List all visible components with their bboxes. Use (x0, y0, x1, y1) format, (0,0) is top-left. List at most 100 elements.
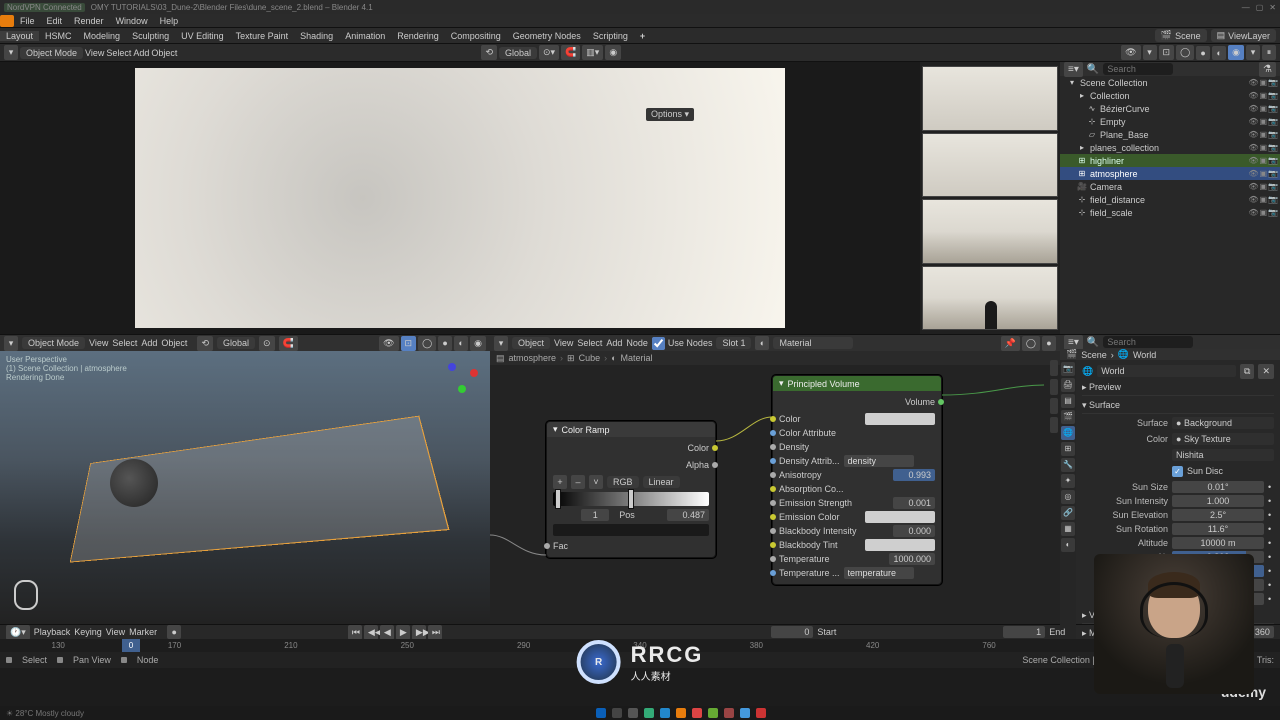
world-del[interactable]: ✕ (1258, 364, 1274, 379)
overlay-dd[interactable]: ▾ (1143, 45, 1157, 60)
vp3d-sh4[interactable]: ◉ (470, 336, 486, 351)
shader-type[interactable]: ▾ (494, 336, 508, 351)
slot-2[interactable] (922, 133, 1058, 198)
shading-solid[interactable]: ● (1196, 46, 1210, 60)
ramp-mode[interactable]: RGB (607, 476, 639, 488)
shader-node[interactable]: Node (626, 338, 648, 348)
ramp-add-stop[interactable]: + (553, 475, 567, 489)
hdr-add[interactable]: Add (133, 48, 149, 58)
world-datablock[interactable]: World (1097, 365, 1236, 377)
vp3d-snap[interactable]: 🧲 (279, 336, 298, 351)
taskbar-app1[interactable] (628, 708, 638, 718)
pvol-input[interactable]: Absorption Co... (779, 482, 935, 496)
outliner-row[interactable]: ⊞highliner👁▣📷 (1060, 154, 1280, 167)
tab-geonodes[interactable]: Geometry Nodes (507, 31, 587, 41)
propedit[interactable]: ◉ (605, 45, 621, 60)
jump-nextkey[interactable]: ▶▶ (412, 625, 426, 640)
xray[interactable]: ⊡ (1159, 45, 1175, 60)
ramp-color-swatch[interactable] (553, 524, 709, 536)
pvol-input[interactable]: Emission Color (779, 510, 935, 524)
outliner-row[interactable]: ▱Plane_Base👁▣📷 (1060, 128, 1280, 141)
shading-rendered[interactable]: ◉ (1228, 45, 1244, 60)
sidetab-4[interactable] (1050, 417, 1058, 433)
shader-sh1[interactable]: ◯ (1022, 336, 1040, 351)
render-view[interactable]: Options ▾ (0, 62, 920, 334)
weather-widget[interactable]: ☀ 28°C Mostly cloudy (6, 709, 84, 718)
outliner-row[interactable]: 🎥Camera👁▣📷 (1060, 180, 1280, 193)
shader-select[interactable]: Select (577, 338, 602, 348)
vp3d-object[interactable]: Object (161, 338, 187, 348)
pause-render[interactable]: ⏸ (1262, 45, 1276, 60)
slot-3[interactable] (922, 199, 1058, 264)
snap-toggle[interactable]: 🧲 (561, 45, 580, 60)
props-search[interactable] (1103, 336, 1193, 348)
outliner-row[interactable]: ⊹field_distance👁▣📷 (1060, 193, 1280, 206)
blender-icon[interactable] (0, 15, 14, 27)
taskbar-app5[interactable] (708, 708, 718, 718)
vp3d-overlay[interactable]: 👁 (379, 336, 398, 351)
pvol-input[interactable]: Color Attribute (779, 426, 935, 440)
jump-end[interactable]: ⏭ (428, 625, 442, 640)
outliner-row[interactable]: ▸Collection👁▣📷 (1060, 89, 1280, 102)
shader-sh2[interactable]: ● (1042, 336, 1056, 351)
world-new[interactable]: ⧉ (1240, 364, 1254, 379)
menu-edit[interactable]: Edit (41, 16, 69, 26)
pvol-input[interactable]: Blackbody Tint (779, 538, 935, 552)
vp3d-sh3[interactable]: ◐ (454, 336, 468, 351)
sec-preview[interactable]: ▸ Preview (1082, 380, 1274, 396)
vp3d-sh1[interactable]: ◯ (418, 336, 436, 351)
node-principled-volume[interactable]: ▾Principled Volume Volume ColorColor Att… (772, 375, 942, 585)
scene-selector[interactable]: 🎬Scene (1155, 29, 1207, 42)
tab-scripting[interactable]: Scripting (587, 31, 634, 41)
vp3d-orient-icon[interactable]: ⟲ (197, 336, 213, 351)
use-nodes-check[interactable] (652, 337, 665, 350)
shading-wire[interactable]: ◯ (1176, 45, 1194, 60)
taskbar-win[interactable] (596, 708, 606, 718)
editor-type-dd[interactable]: ▾ (4, 45, 18, 60)
slot-selector[interactable]: Slot 1 (716, 337, 751, 349)
tab-uv[interactable]: UV Editing (175, 31, 230, 41)
props-type[interactable]: ≡▾ (1064, 335, 1083, 350)
taskbar-app4[interactable] (692, 708, 702, 718)
sidetab-2[interactable] (1050, 379, 1058, 395)
outliner-row[interactable]: ⊹Empty👁▣📷 (1060, 115, 1280, 128)
tl-type[interactable]: 🕐▾ (6, 625, 30, 640)
hdr-object[interactable]: Object (151, 48, 177, 58)
sidetab-3[interactable] (1050, 398, 1058, 414)
outliner-row[interactable]: ▸planes_collection👁▣📷 (1060, 141, 1280, 154)
shader-add[interactable]: Add (606, 338, 622, 348)
pvol-input[interactable]: Color (779, 412, 935, 426)
pin[interactable]: 📌 (1001, 336, 1020, 351)
vp3d-mode[interactable]: Object Mode (22, 337, 85, 349)
vp3d-local[interactable]: ⊡ (401, 336, 417, 351)
pvol-input[interactable]: Anisotropy0.993 (779, 468, 935, 482)
ramp-del-stop[interactable]: – (571, 475, 585, 489)
taskbar-app6[interactable] (724, 708, 734, 718)
taskbar-search[interactable] (612, 708, 622, 718)
menu-help[interactable]: Help (154, 16, 185, 26)
tab-world[interactable]: 🌐 (1061, 426, 1075, 440)
color-input[interactable]: ● Sky Texture (1172, 433, 1274, 445)
tab-add[interactable]: + (634, 31, 651, 41)
shading-matprev[interactable]: ◐ (1212, 46, 1226, 60)
pvol-input[interactable]: Emission Strength0.001 (779, 496, 935, 510)
material-name[interactable]: Material (773, 337, 853, 349)
pvol-input[interactable]: Temperature ... (779, 566, 935, 580)
autokey[interactable]: ● (167, 625, 181, 639)
sky-prop[interactable]: Altitude10000 m• (1082, 536, 1274, 550)
tab-viewlayer[interactable]: ▤ (1061, 394, 1075, 408)
tab-sculpting[interactable]: Sculpting (126, 31, 175, 41)
outliner-search[interactable] (1103, 63, 1173, 75)
current-frame[interactable]: 0 (771, 626, 813, 638)
shader-mode[interactable]: Object (512, 337, 550, 349)
mat-icon[interactable]: ◐ (755, 336, 769, 350)
nav-gizmo[interactable] (444, 359, 482, 397)
sky-model[interactable]: Nishita (1172, 449, 1274, 461)
shading-dd[interactable]: ▾ (1246, 45, 1260, 60)
orient-selector[interactable]: Global (499, 47, 537, 59)
mode-selector[interactable]: Object Mode (20, 47, 83, 59)
tab-object[interactable]: ⊞ (1061, 442, 1075, 456)
tab-data[interactable]: ▦ (1061, 522, 1075, 536)
tab-rendering[interactable]: Rendering (391, 31, 445, 41)
hdr-select[interactable]: Select (106, 48, 131, 58)
